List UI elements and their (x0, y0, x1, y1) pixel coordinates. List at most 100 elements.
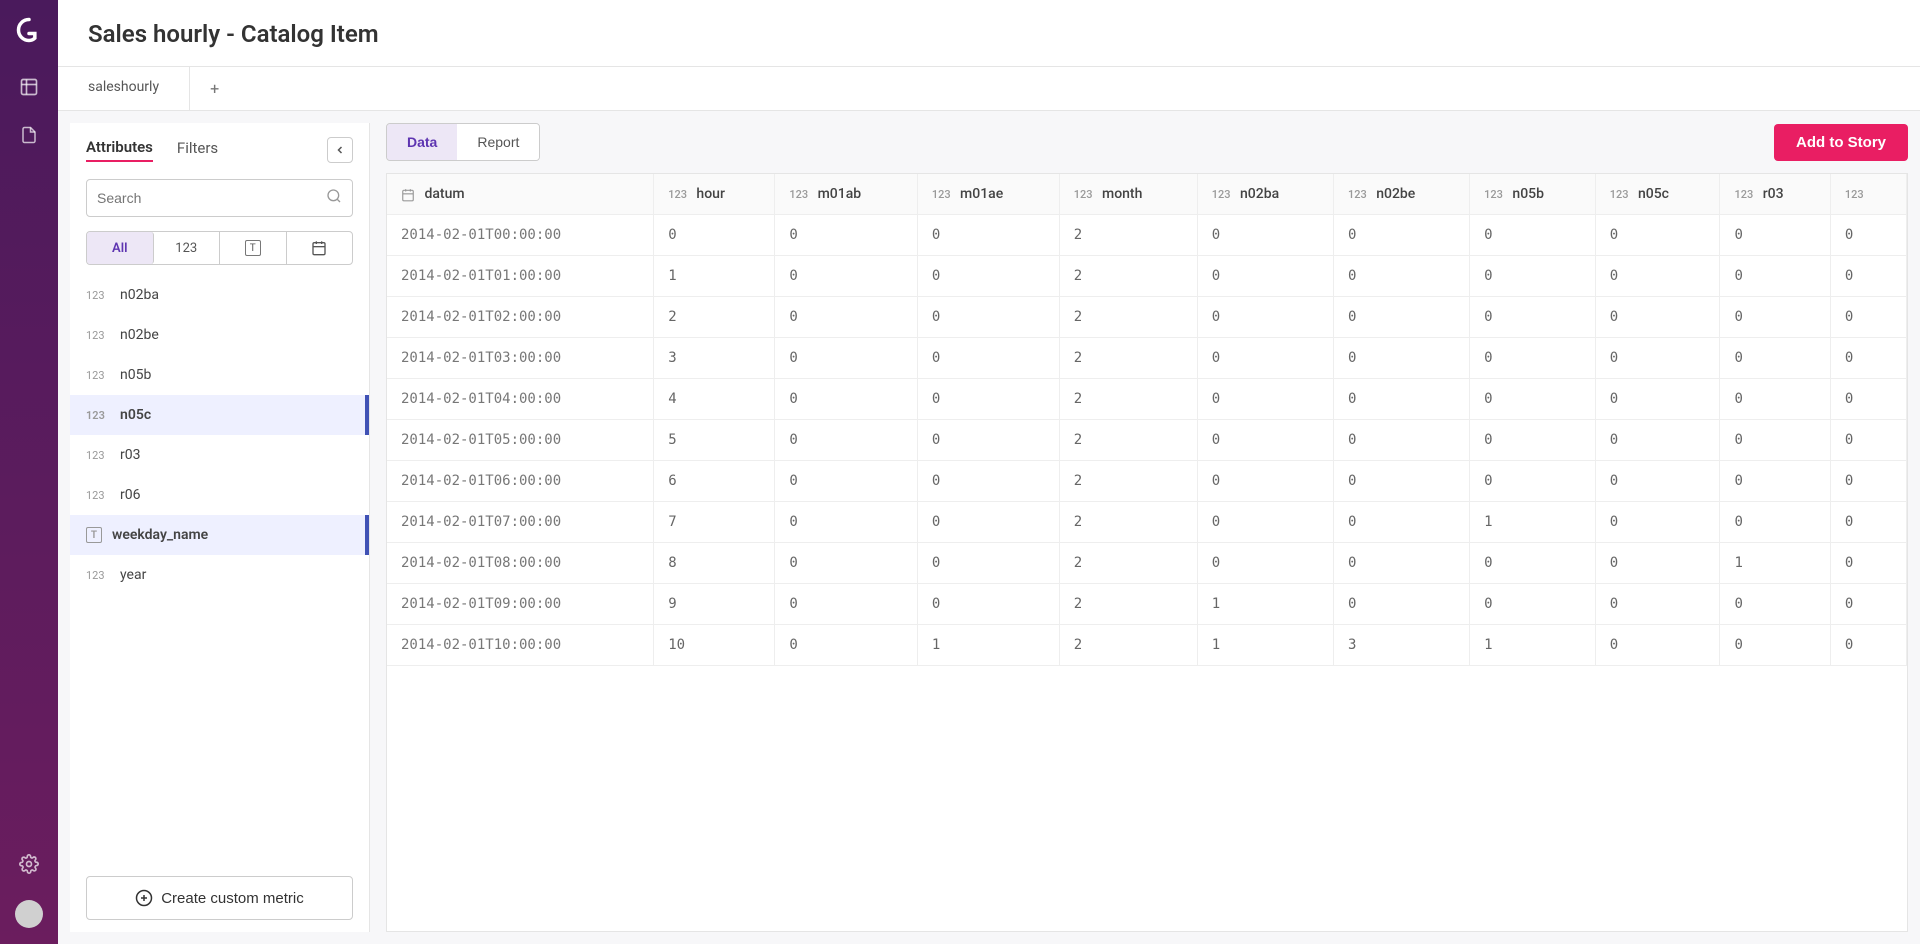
table-cell: 1 (1720, 543, 1830, 584)
add-to-story-button[interactable]: Add to Story (1774, 124, 1908, 161)
table-cell: 0 (1470, 338, 1596, 379)
attribute-item-n05c[interactable]: 123n05c (70, 395, 369, 435)
filter-date[interactable] (287, 232, 353, 264)
filter-all[interactable]: All (87, 232, 154, 264)
sidebar-collapse-button[interactable] (327, 137, 353, 163)
table-cell: 0 (1333, 502, 1469, 543)
numeric-type-icon: 123 (1074, 188, 1093, 201)
table-cell: 5 (654, 420, 775, 461)
table-row: 2014-02-01T07:00:007002001000 (387, 502, 1907, 543)
attribute-item-r06[interactable]: 123r06 (70, 475, 369, 515)
table-cell: 0 (775, 297, 917, 338)
table-cell: 1 (1197, 584, 1333, 625)
table-cell: 0 (1830, 461, 1906, 502)
table-cell: 0 (1470, 297, 1596, 338)
table-cell: 0 (1333, 338, 1469, 379)
numeric-type-icon: 123 (86, 329, 110, 342)
tab-saleshourly[interactable]: saleshourly (58, 67, 190, 110)
table-cell: 0 (917, 338, 1059, 379)
numeric-type-icon: 123 (1348, 188, 1367, 201)
table-cell: 2014-02-01T05:00:00 (387, 420, 654, 461)
column-header-month[interactable]: 123 month (1059, 174, 1197, 215)
table-cell: 0 (1470, 461, 1596, 502)
table-cell: 2014-02-01T01:00:00 (387, 256, 654, 297)
table-cell: 2 (1059, 215, 1197, 256)
table-cell: 0 (1595, 338, 1720, 379)
table-cell: 0 (1830, 256, 1906, 297)
attribute-item-r03[interactable]: 123r03 (70, 435, 369, 475)
filter-numeric[interactable]: 123 (154, 232, 221, 264)
attribute-item-n02ba[interactable]: 123n02ba (70, 275, 369, 315)
data-table-wrap[interactable]: datum123 hour123 m01ab123 m01ae123 month… (386, 173, 1908, 932)
table-cell: 0 (775, 461, 917, 502)
table-cell: 0 (1197, 256, 1333, 297)
sidebar-tab-attributes[interactable]: Attributes (86, 138, 153, 162)
table-cell: 0 (1595, 461, 1720, 502)
nav-document-icon[interactable] (17, 123, 41, 147)
table-cell: 1 (654, 256, 775, 297)
table-cell: 0 (775, 584, 917, 625)
logo (15, 16, 43, 51)
table-cell: 0 (1830, 338, 1906, 379)
table-cell: 0 (1720, 338, 1830, 379)
numeric-type-icon: 123 (86, 289, 110, 302)
filter-text[interactable]: T (220, 232, 287, 264)
column-header-n02ba[interactable]: 123 n02ba (1197, 174, 1333, 215)
table-row: 2014-02-01T09:00:009002100000 (387, 584, 1907, 625)
column-header-r03[interactable]: 123 r03 (1720, 174, 1830, 215)
table-cell: 3 (1333, 625, 1469, 666)
numeric-type-icon: 123 (1610, 188, 1629, 201)
attribute-item-weekday_name[interactable]: Tweekday_name (70, 515, 369, 555)
table-cell: 0 (1720, 584, 1830, 625)
column-header-n02be[interactable]: 123 n02be (1333, 174, 1469, 215)
table-cell: 0 (1197, 502, 1333, 543)
attribute-item-year[interactable]: 123year (70, 555, 369, 595)
column-header-hour[interactable]: 123 hour (654, 174, 775, 215)
attribute-item-n02be[interactable]: 123n02be (70, 315, 369, 355)
column-header-m01ab[interactable]: 123 m01ab (775, 174, 917, 215)
nav-settings-icon[interactable] (17, 852, 41, 876)
table-row: 2014-02-01T00:00:000002000000 (387, 215, 1907, 256)
table-cell: 0 (1333, 297, 1469, 338)
nav-data-icon[interactable] (17, 75, 41, 99)
search-input[interactable] (97, 190, 326, 206)
table-cell: 0 (1470, 215, 1596, 256)
table-cell: 7 (654, 502, 775, 543)
view-report-button[interactable]: Report (457, 124, 539, 160)
table-cell: 0 (1830, 420, 1906, 461)
table-cell: 0 (775, 420, 917, 461)
table-row: 2014-02-01T10:00:0010012131000 (387, 625, 1907, 666)
table-cell: 0 (1333, 379, 1469, 420)
table-cell: 0 (1720, 379, 1830, 420)
table-cell: 0 (1197, 461, 1333, 502)
text-type-icon: T (86, 527, 102, 543)
view-data-button[interactable]: Data (387, 124, 457, 160)
table-cell: 0 (917, 420, 1059, 461)
table-cell: 0 (1333, 543, 1469, 584)
column-header-extra[interactable]: 123 (1830, 174, 1906, 215)
numeric-type-icon: 123 (1212, 188, 1231, 201)
tab-add[interactable]: + (190, 67, 239, 110)
user-avatar[interactable] (15, 900, 43, 928)
table-cell: 0 (1595, 256, 1720, 297)
create-custom-metric-button[interactable]: Create custom metric (86, 876, 353, 920)
table-cell: 3 (654, 338, 775, 379)
attribute-item-n05b[interactable]: 123n05b (70, 355, 369, 395)
table-cell: 0 (1595, 502, 1720, 543)
table-cell: 2014-02-01T06:00:00 (387, 461, 654, 502)
table-cell: 0 (1197, 420, 1333, 461)
table-cell: 0 (775, 338, 917, 379)
table-cell: 2 (1059, 584, 1197, 625)
calendar-icon (401, 188, 415, 201)
table-cell: 0 (1197, 297, 1333, 338)
column-header-n05c[interactable]: 123 n05c (1595, 174, 1720, 215)
numeric-type-icon: 123 (86, 369, 110, 382)
sidebar-tab-filters[interactable]: Filters (177, 139, 218, 161)
table-cell: 2014-02-01T00:00:00 (387, 215, 654, 256)
column-header-datum[interactable]: datum (387, 174, 654, 215)
table-cell: 0 (917, 379, 1059, 420)
column-header-n05b[interactable]: 123 n05b (1470, 174, 1596, 215)
table-cell: 1 (917, 625, 1059, 666)
column-header-m01ae[interactable]: 123 m01ae (917, 174, 1059, 215)
table-cell: 0 (775, 543, 917, 584)
